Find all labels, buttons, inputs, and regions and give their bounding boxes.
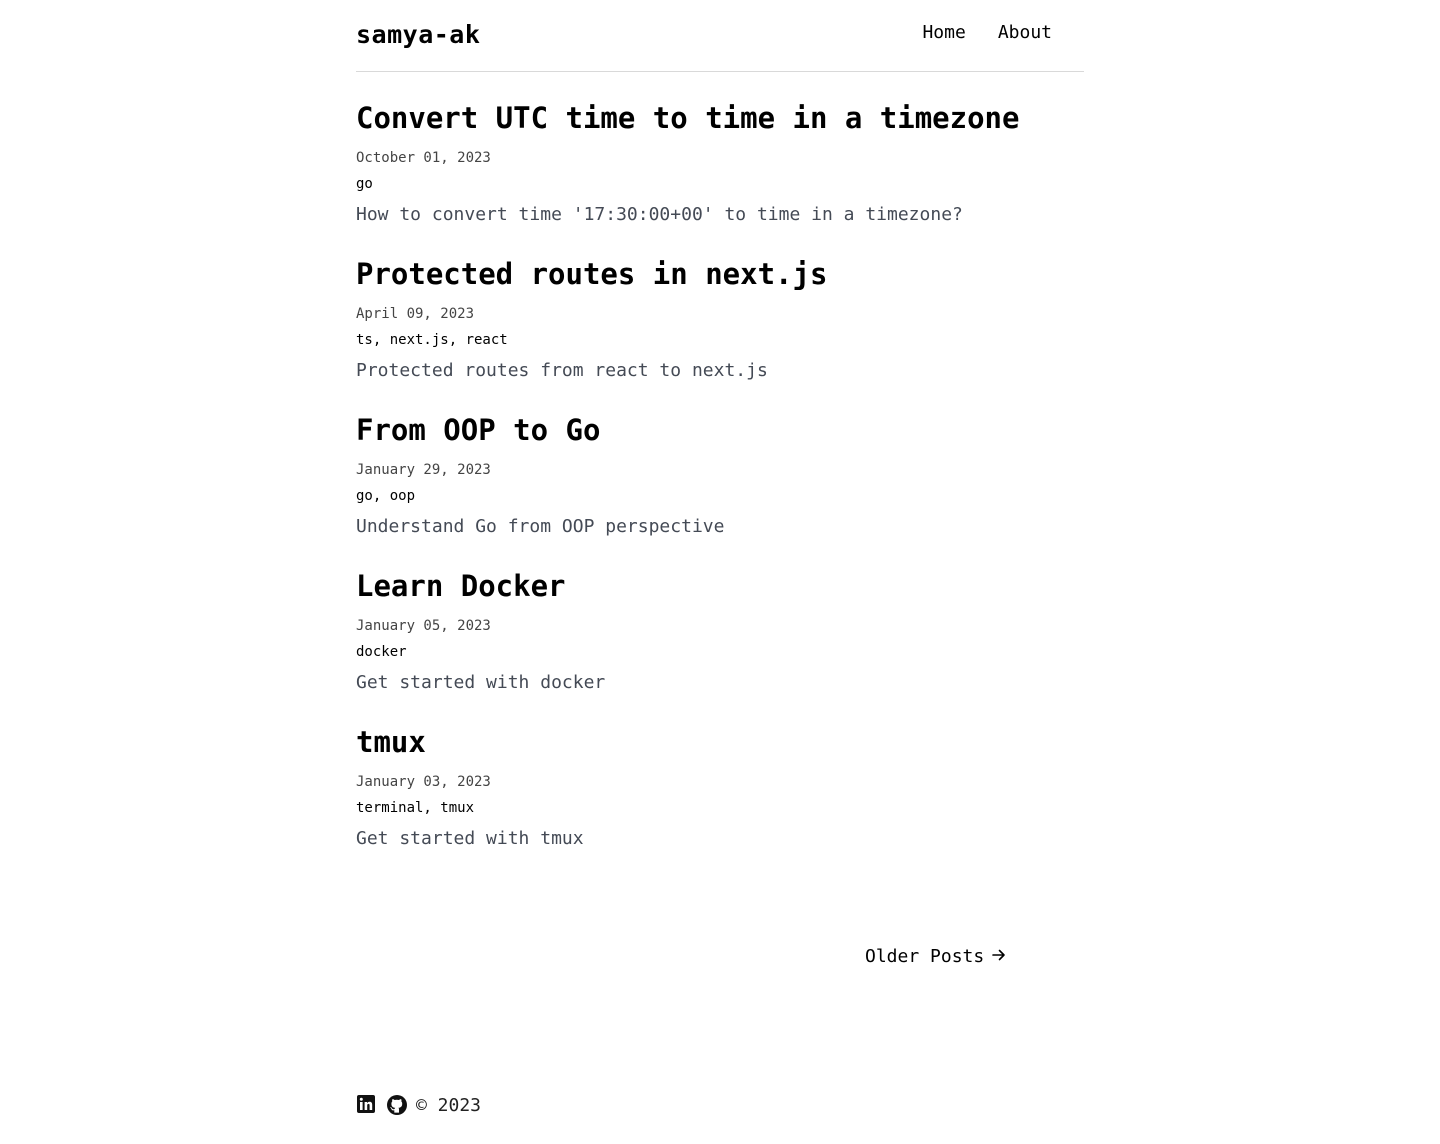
post-item: Convert UTC time to time in a timezone O… [356, 100, 1084, 256]
post-description: Protected routes from react to next.js [356, 360, 768, 381]
site-header: samya-ak Home About [356, 0, 1084, 72]
post-description: Understand Go from OOP perspective [356, 516, 725, 537]
main-nav: Home About [922, 22, 1052, 43]
linkedin-icon[interactable] [356, 1094, 378, 1116]
post-description: Get started with docker [356, 672, 606, 693]
post-title-link[interactable]: tmux [356, 724, 1084, 760]
older-posts-label: Older Posts [865, 946, 985, 967]
post-date: January 29, 2023 [356, 462, 491, 478]
post-item: tmux January 03, 2023 terminal, tmux Get… [356, 724, 1084, 880]
post-item: From OOP to Go January 29, 2023 go, oop … [356, 412, 1084, 568]
nav-about-link[interactable]: About [998, 22, 1052, 43]
post-title-link[interactable]: Learn Docker [356, 568, 1084, 604]
site-title-link[interactable]: samya-ak [356, 20, 480, 49]
post-item: Learn Docker January 05, 2023 docker Get… [356, 568, 1084, 724]
post-date: January 05, 2023 [356, 618, 491, 634]
post-list: Convert UTC time to time in a timezone O… [356, 100, 1084, 880]
post-title-link[interactable]: Protected routes in next.js [356, 256, 1084, 292]
page-container: samya-ak Home About Convert UTC time to … [356, 0, 1084, 1144]
post-tags: go, oop [356, 488, 416, 504]
post-description: How to convert time '17:30:00+00' to tim… [356, 204, 963, 225]
post-date: April 09, 2023 [356, 306, 475, 322]
post-title-link[interactable]: Convert UTC time to time in a timezone [356, 100, 1084, 136]
post-tags: terminal, tmux [356, 800, 475, 816]
nav-home-link[interactable]: Home [922, 22, 965, 43]
post-tags: ts, next.js, react [356, 332, 508, 348]
post-item: Protected routes in next.js April 09, 20… [356, 256, 1084, 412]
post-title-link[interactable]: From OOP to Go [356, 412, 1084, 448]
copyright-text: © 2023 [416, 1094, 482, 1116]
older-posts-link[interactable]: Older Posts [865, 946, 1006, 967]
post-tags: go [356, 176, 373, 192]
site-footer: © 2023 [356, 1094, 481, 1116]
post-tags: docker [356, 644, 407, 660]
post-date: October 01, 2023 [356, 150, 491, 166]
post-date: January 03, 2023 [356, 774, 491, 790]
post-description: Get started with tmux [356, 828, 584, 849]
arrow-right-icon [992, 946, 1006, 967]
github-icon[interactable] [386, 1094, 408, 1116]
